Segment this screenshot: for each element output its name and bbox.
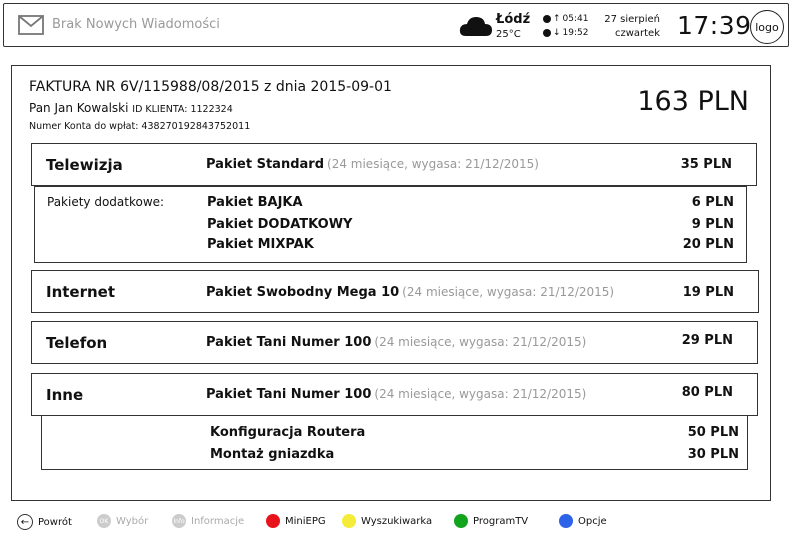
- green-button[interactable]: ProgramTV: [454, 514, 528, 528]
- blue-button[interactable]: Opcje: [559, 514, 607, 528]
- weather-city: Łódź: [496, 12, 531, 27]
- ok-badge-icon: OK: [97, 514, 111, 528]
- back-button[interactable]: ← Powrót: [17, 514, 72, 530]
- remote-legend: ← Powrót OK Wybór Info Informacje MiniEP…: [0, 512, 793, 534]
- date: 27 sierpień: [604, 14, 660, 25]
- extra-package-name: Pakiet MIXPAK: [207, 237, 314, 252]
- messages-status[interactable]: Brak Nowych Wiadomości: [52, 17, 220, 32]
- package-note: (24 miesiące, wygasa: 21/12/2015): [374, 335, 587, 349]
- legend-label: Powrót: [38, 516, 72, 528]
- yellow-circle-icon: [342, 514, 356, 528]
- clock: 17:39: [677, 11, 752, 40]
- arrow-left-icon: ←: [17, 514, 33, 530]
- sunset-time: 19:52: [562, 28, 589, 38]
- section-tv[interactable]: Telewizja Pakiet Standard (24 miesiące, w…: [31, 143, 757, 186]
- legend-label: MiniEPG: [285, 515, 326, 527]
- extra-service-price: 30 PLN: [687, 447, 739, 462]
- section-title: Telefon: [46, 334, 108, 352]
- package-note: (24 miesiące, wygasa: 21/12/2015): [374, 387, 587, 401]
- package: Pakiet Standard (24 miesiące, wygasa: 21/…: [206, 157, 539, 172]
- legend-label: Wyszukiwarka: [361, 515, 433, 527]
- sun-icon: [543, 29, 551, 37]
- logo[interactable]: logo: [750, 10, 784, 44]
- package: Pakiet Swobodny Mega 10 (24 miesiące, wyg…: [206, 285, 614, 300]
- legend-label: Opcje: [578, 515, 607, 527]
- weekday: czwartek: [614, 28, 660, 39]
- red-button[interactable]: MiniEPG: [266, 514, 326, 528]
- sunrise: ↑ 05:41: [543, 14, 588, 24]
- package-name: Pakiet Standard: [206, 157, 325, 172]
- invoice-total: 163 PLN: [637, 86, 749, 117]
- section-internet[interactable]: Internet Pakiet Swobodny Mega 10 (24 mies…: [31, 270, 759, 313]
- section-phone[interactable]: Telefon Pakiet Tani Numer 100 (24 miesiąc…: [31, 321, 758, 364]
- extra-service-name: Montaż gniazdka: [210, 447, 335, 462]
- section-title: Inne: [46, 386, 84, 404]
- arrow-up-icon: ↑: [553, 14, 561, 24]
- account-number: Numer Konta do wpłat: 438270192843752011: [29, 121, 251, 132]
- sunset: ↓ 19:52: [543, 28, 588, 38]
- section-title: Internet: [46, 283, 116, 301]
- extra-package-price: 9 PLN: [691, 217, 734, 232]
- ok-button[interactable]: OK Wybór: [97, 514, 148, 528]
- invoice-panel: FAKTURA NR 6V/115988/08/2015 z dnia 2015…: [11, 65, 771, 501]
- package-note: (24 miesiące, wygasa: 21/12/2015): [327, 157, 539, 171]
- section-title: Telewizja: [46, 156, 123, 174]
- section-other[interactable]: Inne Pakiet Tani Numer 100 (24 miesiące, …: [31, 373, 758, 416]
- extra-service-price: 50 PLN: [687, 425, 739, 440]
- client-info: Pan Jan Kowalski ID KLIENTA: 1122324: [29, 101, 233, 115]
- info-badge-icon: Info: [172, 514, 186, 528]
- arrow-down-icon: ↓: [553, 28, 561, 38]
- package-name: Pakiet Swobodny Mega 10: [206, 285, 400, 300]
- weather-temperature: 25°C: [496, 29, 521, 40]
- red-circle-icon: [266, 514, 280, 528]
- client-name: Pan Jan Kowalski: [29, 101, 129, 115]
- package-note: (24 miesiące, wygasa: 21/12/2015): [402, 285, 615, 299]
- package-price: 35 PLN: [680, 157, 732, 172]
- legend-label: ProgramTV: [473, 515, 529, 527]
- blue-circle-icon: [559, 514, 573, 528]
- extra-package-price: 20 PLN: [682, 237, 734, 252]
- extras-label: Pakiety dodatkowe:: [47, 195, 165, 209]
- legend-label: Informacje: [191, 515, 245, 527]
- package-price: 19 PLN: [682, 285, 734, 300]
- tv-extras-box: Pakiety dodatkowe: Pakiet BAJKA 6 PLN Pa…: [34, 186, 747, 263]
- invoice-title: FAKTURA NR 6V/115988/08/2015 z dnia 2015…: [29, 79, 392, 95]
- yellow-button[interactable]: Wyszukiwarka: [342, 514, 432, 528]
- extra-package-price: 6 PLN: [691, 195, 734, 210]
- package: Pakiet Tani Numer 100 (24 miesiące, wygas…: [206, 335, 586, 350]
- status-bar: Brak Nowych Wiadomości Łódź 25°C ↑ 05:41…: [3, 3, 789, 47]
- mail-icon[interactable]: [18, 15, 44, 35]
- extra-package-name: Pakiet DODATKOWY: [207, 217, 353, 232]
- info-button[interactable]: Info Informacje: [172, 514, 244, 528]
- package-name: Pakiet Tani Numer 100: [206, 335, 372, 350]
- extra-package-name: Pakiet BAJKA: [207, 195, 303, 210]
- package-name: Pakiet Tani Numer 100: [206, 387, 372, 402]
- other-extras-box: Konfiguracja Routera 50 PLN Montaż gniaz…: [41, 415, 748, 470]
- package: Pakiet Tani Numer 100 (24 miesiące, wygas…: [206, 387, 586, 402]
- package-price: 29 PLN: [681, 333, 733, 348]
- sunrise-time: 05:41: [562, 14, 589, 24]
- sun-icon: [543, 15, 551, 23]
- cloud-icon: [459, 17, 492, 36]
- green-circle-icon: [454, 514, 468, 528]
- extra-service-name: Konfiguracja Routera: [210, 425, 366, 440]
- client-id: ID KLIENTA: 1122324: [132, 104, 233, 115]
- legend-label: Wybór: [116, 515, 149, 527]
- package-price: 80 PLN: [681, 385, 733, 400]
